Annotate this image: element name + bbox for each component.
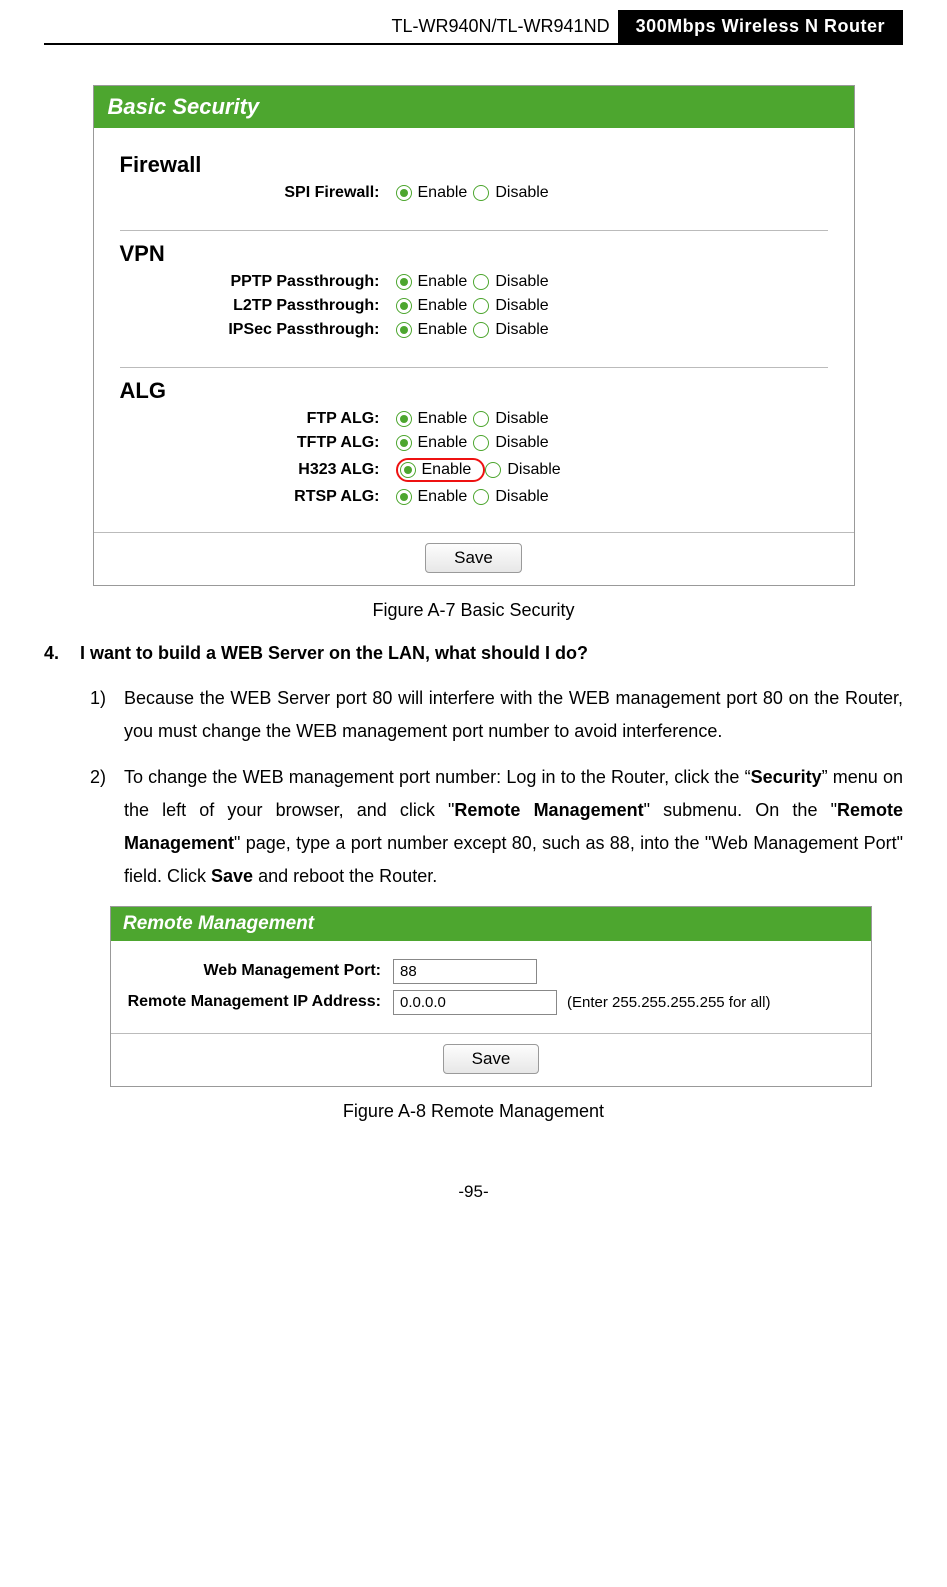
tftp-alg-label: TFTP ALG: bbox=[120, 434, 396, 452]
h323-enable-radio[interactable]: Enable bbox=[400, 461, 472, 479]
remote-management-panel: Remote Management Web Management Port: R… bbox=[110, 906, 872, 1087]
step-2-number: 2) bbox=[90, 761, 124, 894]
l2tp-enable-radio[interactable]: Enable bbox=[396, 297, 468, 315]
page-header: TL-WR940N/TL-WR941ND 300Mbps Wireless N … bbox=[44, 10, 903, 45]
ftp-disable-radio[interactable]: Disable bbox=[473, 410, 548, 428]
save-button[interactable]: Save bbox=[425, 543, 522, 573]
tftp-enable-radio[interactable]: Enable bbox=[396, 434, 468, 452]
pptp-label: PPTP Passthrough: bbox=[120, 273, 396, 291]
question-text: I want to build a WEB Server on the LAN,… bbox=[80, 643, 588, 664]
panel-title: Basic Security bbox=[94, 86, 854, 128]
remote-save-button[interactable]: Save bbox=[443, 1044, 540, 1074]
h323-disable-radio[interactable]: Disable bbox=[485, 461, 560, 479]
rtsp-enable-radio[interactable]: Enable bbox=[396, 488, 468, 506]
remote-ip-hint: (Enter 255.255.255.255 for all) bbox=[567, 994, 770, 1011]
l2tp-disable-radio[interactable]: Disable bbox=[473, 297, 548, 315]
web-port-label: Web Management Port: bbox=[121, 962, 393, 980]
pptp-disable-radio[interactable]: Disable bbox=[473, 273, 548, 291]
step-2-text: To change the WEB management port number… bbox=[124, 761, 903, 894]
ftp-enable-radio[interactable]: Enable bbox=[396, 410, 468, 428]
question-number: 4. bbox=[44, 643, 80, 664]
spi-firewall-row: SPI Firewall: Enable Disable bbox=[120, 184, 828, 202]
ipsec-enable-radio[interactable]: Enable bbox=[396, 321, 468, 339]
pptp-enable-radio[interactable]: Enable bbox=[396, 273, 468, 291]
step-1-number: 1) bbox=[90, 682, 124, 749]
step-1: 1) Because the WEB Server port 80 will i… bbox=[90, 682, 903, 749]
remote-ip-label: Remote Management IP Address: bbox=[121, 993, 393, 1011]
rtsp-disable-radio[interactable]: Disable bbox=[473, 488, 548, 506]
radio-off-icon bbox=[473, 185, 489, 201]
web-port-input[interactable] bbox=[393, 959, 537, 984]
alg-heading: ALG bbox=[120, 378, 828, 404]
figure-a7-caption: Figure A-7 Basic Security bbox=[44, 600, 903, 621]
figure-a8-caption: Figure A-8 Remote Management bbox=[44, 1101, 903, 1122]
remote-ip-input[interactable] bbox=[393, 990, 557, 1015]
firewall-heading: Firewall bbox=[120, 152, 828, 178]
spi-disable-radio[interactable]: Disable bbox=[473, 184, 548, 202]
step-2: 2) To change the WEB management port num… bbox=[90, 761, 903, 894]
spi-enable-radio[interactable]: Enable bbox=[396, 184, 468, 202]
remote-title: Remote Management bbox=[111, 907, 871, 941]
tftp-disable-radio[interactable]: Disable bbox=[473, 434, 548, 452]
model-label: TL-WR940N/TL-WR941ND bbox=[372, 10, 618, 43]
radio-on-icon bbox=[396, 185, 412, 201]
page-number: -95- bbox=[44, 1182, 903, 1202]
ipsec-disable-radio[interactable]: Disable bbox=[473, 321, 548, 339]
ftp-alg-label: FTP ALG: bbox=[120, 410, 396, 428]
highlight-ring-icon: Enable bbox=[396, 458, 486, 482]
vpn-heading: VPN bbox=[120, 241, 828, 267]
h323-alg-label: H323 ALG: bbox=[120, 461, 396, 479]
step-1-text: Because the WEB Server port 80 will inte… bbox=[124, 682, 903, 749]
question-4: 4. I want to build a WEB Server on the L… bbox=[44, 643, 903, 664]
rtsp-alg-label: RTSP ALG: bbox=[120, 488, 396, 506]
spi-firewall-label: SPI Firewall: bbox=[120, 184, 396, 202]
ipsec-label: IPSec Passthrough: bbox=[120, 321, 396, 339]
basic-security-panel: Basic Security Firewall SPI Firewall: En… bbox=[93, 85, 855, 586]
l2tp-label: L2TP Passthrough: bbox=[120, 297, 396, 315]
product-label: 300Mbps Wireless N Router bbox=[618, 10, 903, 43]
